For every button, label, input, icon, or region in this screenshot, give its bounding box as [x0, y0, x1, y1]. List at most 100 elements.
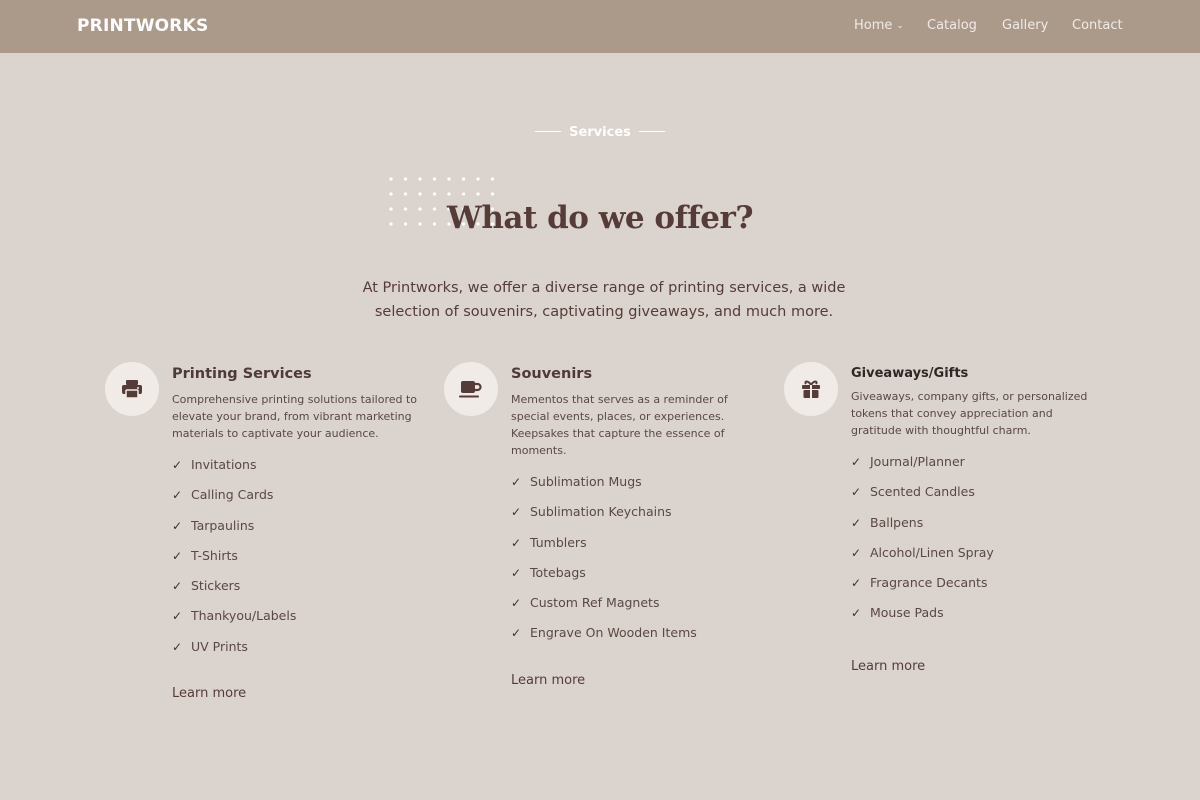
- list-item: ✓ Engrave On Wooden Items: [511, 624, 761, 654]
- item-label: Tarpaulins: [191, 517, 255, 533]
- decorative-dot: [490, 177, 495, 181]
- list-item: ✓ Sublimation Mugs: [511, 473, 761, 503]
- nav-home-label: Home: [854, 18, 893, 33]
- printer-icon: [105, 362, 159, 416]
- list-item: ✓ Sublimation Keychains: [511, 503, 761, 533]
- item-label: Mouse Pads: [870, 605, 944, 621]
- learn-more-link-giveaways[interactable]: Learn more: [851, 659, 925, 674]
- nav-home[interactable]: Home ⌄: [854, 18, 904, 33]
- check-icon: ✓: [511, 626, 522, 641]
- section-eyebrow: Services: [0, 125, 1200, 140]
- item-label: Sublimation Keychains: [530, 504, 672, 520]
- card-description: Comprehensive printing solutions tailore…: [172, 393, 418, 440]
- check-icon: ✓: [172, 548, 183, 563]
- decorative-dot: [476, 192, 480, 196]
- check-icon: ✓: [851, 576, 862, 591]
- decorative-dot: [418, 192, 422, 196]
- item-label: Tumblers: [530, 534, 587, 550]
- item-label: Custom Ref Magnets: [530, 595, 660, 611]
- list-item: ✓ Mouse Pads: [851, 604, 1101, 634]
- check-icon: ✓: [172, 458, 183, 472]
- main-nav: Home ⌄ Catalog Gallery Contact: [0, 18, 1200, 38]
- service-list: ✓ Sublimation Mugs ✓ Sublimation Keychains…: [511, 473, 761, 655]
- service-list: ✓ Journal/Planner ✓ Scented Candles ✓ Ballp…: [851, 453, 1101, 635]
- list-item: ✓ Ballpens: [851, 514, 1101, 544]
- item-label: Scented Candles: [870, 484, 975, 500]
- list-item: ✓ UV Prints: [172, 638, 422, 668]
- list-item: ✓ Stickers: [172, 577, 422, 607]
- card-title: Printing Services: [172, 366, 312, 382]
- decorative-dot: [432, 177, 437, 181]
- section-title: What do we offer?: [447, 200, 753, 236]
- decorative-dot: [447, 177, 451, 181]
- item-label: Journal/Planner: [870, 454, 965, 469]
- list-item: ✓ Tarpaulins: [172, 517, 422, 547]
- check-icon: ✓: [851, 606, 862, 621]
- list-item: ✓ Journal/Planner: [851, 453, 1101, 483]
- gift-icon: [784, 362, 838, 416]
- eyebrow-line-left: [534, 131, 561, 132]
- decorative-dot: [432, 192, 437, 196]
- list-item: ✓ Scented Candles: [851, 483, 1101, 513]
- item-label: Totebags: [530, 564, 586, 580]
- list-item: ✓ Thankyou/Labels: [172, 607, 422, 637]
- chevron-down-icon: ⌄: [896, 21, 904, 31]
- decorative-dot: [389, 177, 393, 181]
- item-label: Invitations: [191, 457, 257, 472]
- check-icon: ✓: [851, 455, 862, 469]
- list-item: ✓ Custom Ref Magnets: [511, 594, 761, 624]
- check-icon: ✓: [511, 535, 522, 550]
- nav-gallery[interactable]: Gallery: [1002, 18, 1048, 33]
- site-header: PRINTWORKS Home ⌄ Catalog Gallery Contact: [0, 0, 1200, 53]
- nav-contact[interactable]: Contact: [1072, 18, 1123, 33]
- card-title: Souvenirs: [511, 366, 593, 382]
- item-label: Fragrance Decants: [870, 575, 988, 591]
- check-icon: ✓: [172, 488, 183, 503]
- item-label: Sublimation Mugs: [530, 474, 642, 489]
- decorative-dot: [461, 177, 466, 181]
- check-icon: ✓: [172, 579, 183, 594]
- card-description: Giveaways, company gifts, or personalize…: [851, 390, 1088, 437]
- item-label: UV Prints: [191, 638, 248, 654]
- decorative-dot: [403, 192, 408, 196]
- list-item: ✓ Invitations: [172, 456, 422, 486]
- list-item: ✓ Alcohol/Linen Spray: [851, 544, 1101, 574]
- decorative-dot: [490, 192, 495, 196]
- mug-icon: [444, 362, 498, 416]
- nav-catalog[interactable]: Catalog: [927, 18, 977, 33]
- learn-more-link-printing[interactable]: Learn more: [172, 686, 246, 701]
- learn-more-link-souvenirs[interactable]: Learn more: [511, 673, 585, 688]
- item-label: T-Shirts: [191, 547, 238, 563]
- check-icon: ✓: [172, 609, 183, 624]
- check-icon: ✓: [851, 515, 862, 530]
- eyebrow-line-right: [639, 131, 666, 132]
- item-label: Thankyou/Labels: [191, 608, 297, 624]
- list-item: ✓ T-Shirts: [172, 547, 422, 577]
- check-icon: ✓: [511, 505, 522, 520]
- item-label: Ballpens: [870, 514, 924, 530]
- service-list: ✓ Invitations ✓ Calling Cards ✓ Tarpaulins …: [172, 456, 422, 668]
- decorative-dot: [447, 192, 451, 196]
- decorative-dot: [418, 177, 422, 181]
- decorative-dot: [461, 192, 466, 196]
- decorative-dot: [389, 192, 393, 196]
- section-intro: At Printworks, we offer a diverse range …: [362, 280, 846, 320]
- check-icon: ✓: [172, 518, 183, 533]
- item-label: Alcohol/Linen Spray: [870, 544, 994, 560]
- decorative-dot: [403, 177, 408, 181]
- check-icon: ✓: [511, 475, 522, 489]
- item-label: Calling Cards: [191, 487, 274, 503]
- item-label: Engrave On Wooden Items: [530, 625, 697, 641]
- card-title: Giveaways/Gifts: [851, 366, 969, 381]
- list-item: ✓ Fragrance Decants: [851, 574, 1101, 604]
- check-icon: ✓: [511, 596, 522, 611]
- list-item: ✓ Calling Cards: [172, 486, 422, 516]
- check-icon: ✓: [511, 565, 522, 580]
- list-item: ✓ Tumblers: [511, 534, 761, 564]
- list-item: ✓ Totebags: [511, 564, 761, 594]
- check-icon: ✓: [851, 485, 862, 500]
- check-icon: ✓: [851, 545, 862, 560]
- item-label: Stickers: [191, 578, 241, 594]
- decorative-dot: [476, 177, 480, 181]
- eyebrow-label: Services: [569, 125, 631, 140]
